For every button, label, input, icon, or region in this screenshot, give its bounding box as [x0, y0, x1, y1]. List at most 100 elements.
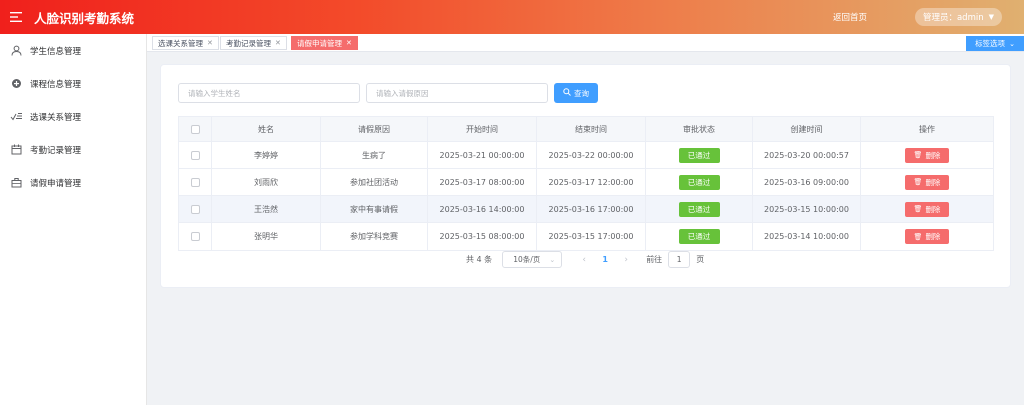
header-reason: 请假原因 [321, 117, 428, 141]
cell-end: 2025-03-16 17:00:00 [537, 196, 646, 222]
course-icon [10, 78, 22, 90]
cell-name: 刘雨欣 [212, 169, 321, 195]
sidebar-item-attendance[interactable]: 考勤记录管理 [0, 133, 146, 166]
row-checkbox[interactable] [190, 150, 200, 160]
user-icon [10, 45, 22, 57]
cell-start: 2025-03-15 08:00:00 [428, 223, 537, 250]
tab-options-button[interactable]: 标签选项 ⌄ [966, 36, 1024, 51]
home-link[interactable]: 返回首页 [833, 11, 867, 23]
content-card: 请输入学生姓名 请输入请假原因 查询 姓名 请假原因 开始时间 结束时间 审批状… [160, 64, 1011, 288]
chevron-down-icon: ⌄ [549, 255, 556, 264]
search-icon [563, 88, 571, 98]
tab-label: 考勤记录管理 [226, 38, 271, 48]
prev-page-icon[interactable]: ‹ [574, 255, 594, 265]
cell-start: 2025-03-21 00:00:00 [428, 142, 537, 168]
tab-attendance[interactable]: 考勤记录管理 ✕ [220, 36, 287, 50]
cell-created: 2025-03-15 10:00:00 [753, 196, 861, 222]
trash-icon: 🗑 [913, 178, 923, 186]
student-name-input[interactable]: 请输入学生姓名 [178, 83, 360, 103]
cell-reason: 家中有事请假 [321, 196, 428, 222]
cell-created: 2025-03-20 00:00:57 [753, 142, 861, 168]
search-row: 请输入学生姓名 请输入请假原因 查询 [178, 83, 598, 103]
cell-start: 2025-03-17 08:00:00 [428, 169, 537, 195]
page-number[interactable]: 1 [594, 255, 616, 264]
trash-icon: 🗑 [913, 151, 923, 159]
chevron-down-icon: ⌄ [1009, 39, 1015, 48]
status-badge: 已通过 [678, 174, 720, 190]
row-checkbox[interactable] [190, 177, 200, 187]
pagination: 共 4 条 10条/页 ⌄ ‹ 1 › 前往 1 页 [466, 251, 704, 268]
delete-label: 删除 [925, 232, 941, 241]
row-checkbox[interactable] [190, 204, 200, 214]
close-icon[interactable]: ✕ [275, 39, 281, 47]
header-created: 创建时间 [753, 117, 861, 141]
sidebar-item-leave[interactable]: 请假申请管理 [0, 166, 146, 199]
tab-selection[interactable]: 选课关系管理 ✕ [152, 36, 219, 50]
status-badge: 已通过 [678, 147, 720, 163]
delete-button[interactable]: 🗑 删除 [905, 201, 949, 217]
cell-name: 张明华 [212, 223, 321, 250]
header-status: 审批状态 [646, 117, 753, 141]
delete-button[interactable]: 🗑 删除 [905, 174, 949, 190]
sidebar-item-students[interactable]: 学生信息管理 [0, 34, 146, 67]
menu-toggle-icon[interactable] [2, 0, 30, 34]
selection-icon [10, 111, 22, 123]
tabs-bar: 选课关系管理 ✕ 考勤记录管理 ✕ 请假申请管理 ✕ 标签选项 ⌄ [147, 34, 1024, 52]
table-header: 姓名 请假原因 开始时间 结束时间 审批状态 创建时间 操作 [179, 117, 993, 142]
table-row: 李婷婷 生病了 2025-03-21 00:00:00 2025-03-22 0… [179, 142, 993, 169]
cell-reason: 参加社团活动 [321, 169, 428, 195]
delete-button[interactable]: 🗑 删除 [905, 147, 949, 163]
page-size-select[interactable]: 10条/页 ⌄ [502, 251, 563, 268]
app-title: 人脸识别考勤系统 [34, 10, 135, 26]
delete-label: 删除 [925, 150, 941, 160]
delete-button[interactable]: 🗑 删除 [905, 229, 949, 244]
tab-label: 选课关系管理 [158, 38, 203, 48]
next-page-icon[interactable]: › [616, 255, 636, 265]
table-row: 王浩然 家中有事请假 2025-03-16 14:00:00 2025-03-1… [179, 196, 993, 223]
leave-table: 姓名 请假原因 开始时间 结束时间 审批状态 创建时间 操作 李婷婷 生病了 2… [178, 116, 994, 251]
tab-options-label: 标签选项 [975, 39, 1006, 48]
briefcase-icon [10, 177, 22, 189]
header-start: 开始时间 [428, 117, 537, 141]
header-action: 操作 [919, 124, 935, 134]
status-badge: 已通过 [678, 229, 720, 244]
cell-start: 2025-03-16 14:00:00 [428, 196, 537, 222]
leave-reason-input[interactable]: 请输入请假原因 [366, 83, 548, 103]
sidebar-item-label: 选课关系管理 [30, 112, 82, 123]
cell-reason: 参加学科竞赛 [321, 223, 428, 250]
top-header: 人脸识别考勤系统 返回首页 管理员：admin ▼ [0, 0, 1024, 34]
cell-created: 2025-03-16 09:00:00 [753, 169, 861, 195]
tab-label: 请假申请管理 [297, 38, 342, 48]
close-icon[interactable]: ✕ [207, 39, 213, 47]
trash-icon: 🗑 [913, 205, 923, 213]
query-button[interactable]: 查询 [554, 83, 598, 103]
table-row: 刘雨欣 参加社团活动 2025-03-17 08:00:00 2025-03-1… [179, 169, 993, 196]
cell-name: 王浩然 [212, 196, 321, 222]
sidebar-item-selection[interactable]: 选课关系管理 [0, 100, 146, 133]
delete-label: 删除 [925, 177, 941, 187]
delete-label: 删除 [925, 204, 941, 214]
goto-label: 前往 [646, 255, 663, 264]
calendar-icon [10, 144, 22, 156]
sidebar-item-label: 考勤记录管理 [30, 145, 82, 156]
trash-icon: 🗑 [913, 232, 923, 241]
select-all-checkbox[interactable] [190, 124, 200, 134]
cell-end: 2025-03-17 12:00:00 [537, 169, 646, 195]
tab-leave[interactable]: 请假申请管理 ✕ [291, 36, 358, 50]
sidebar-item-label: 请假申请管理 [30, 178, 82, 189]
query-label: 查询 [574, 88, 589, 98]
row-checkbox[interactable] [190, 232, 200, 241]
header-name: 姓名 [212, 117, 321, 141]
cell-created: 2025-03-14 10:00:00 [753, 223, 861, 250]
sidebar: 学生信息管理 课程信息管理 选课关系管理 考勤记录管理 请假申请管理 [0, 34, 147, 405]
sidebar-item-courses[interactable]: 课程信息管理 [0, 67, 146, 100]
goto-page-input[interactable]: 1 [668, 251, 691, 268]
user-menu[interactable]: 管理员：admin ▼ [914, 8, 1002, 26]
sidebar-item-label: 课程信息管理 [30, 79, 82, 90]
chevron-down-icon: ▼ [988, 13, 994, 21]
close-icon[interactable]: ✕ [346, 39, 352, 47]
cell-end: 2025-03-22 00:00:00 [537, 142, 646, 168]
cell-reason: 生病了 [321, 142, 428, 168]
table-row: 张明华 参加学科竞赛 2025-03-15 08:00:00 2025-03-1… [179, 223, 993, 250]
page-unit-label: 页 [696, 255, 705, 264]
